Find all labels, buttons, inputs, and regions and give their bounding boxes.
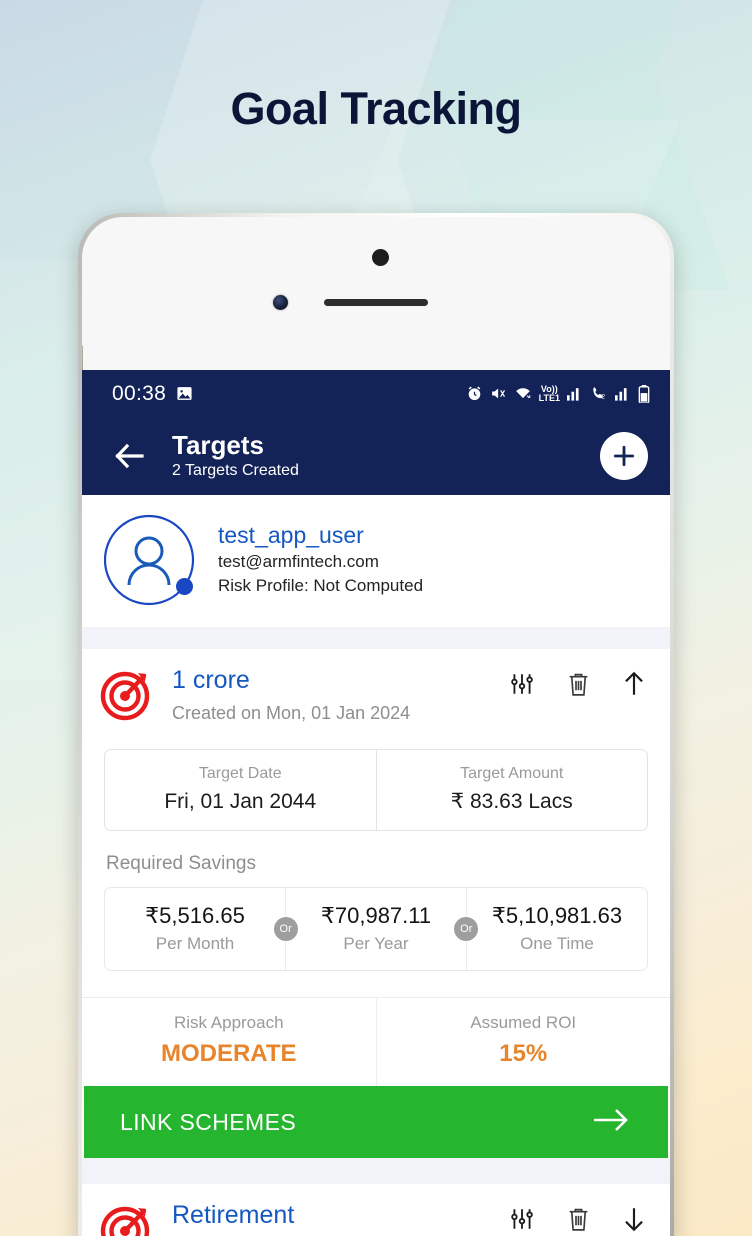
risk-approach-cell: Risk Approach MODERATE <box>82 998 376 1086</box>
goal-title-block: Retirement <box>172 1200 508 1230</box>
back-arrow-icon[interactable] <box>108 434 152 478</box>
target-amount-value: ₹ 83.63 Lacs <box>450 790 573 814</box>
add-target-button[interactable] <box>600 432 648 480</box>
required-savings-title: Required Savings <box>106 853 256 875</box>
target-amount-cell: Target Amount ₹ 83.63 Lacs <box>375 749 648 831</box>
status-bar-clock: 00:38 <box>112 381 167 405</box>
online-status-dot <box>176 578 193 595</box>
savings-per-month-label: Per Month <box>155 934 235 954</box>
status-bar: 00:38 Vo)) LTE1 2 <box>82 370 670 417</box>
signal-2-icon <box>615 386 631 401</box>
app-screen: 00:38 Vo)) LTE1 2 Targets 2 Targets Crea… <box>82 370 670 1236</box>
trash-icon[interactable] <box>564 669 592 699</box>
assumed-roi-cell: Assumed ROI 15% <box>375 998 671 1087</box>
target-date-label: Target Date <box>198 764 282 782</box>
arrow-down-icon[interactable] <box>620 1204 648 1234</box>
volte-lte1-icon: Vo)) LTE1 <box>538 383 560 403</box>
arrow-right-icon <box>592 1107 630 1138</box>
section-divider <box>82 627 670 649</box>
app-bar: Targets 2 Targets Created <box>82 417 670 495</box>
goal-actions <box>508 1204 648 1234</box>
app-bar-titles: Targets 2 Targets Created <box>172 429 600 481</box>
user-risk-profile: Risk Profile: Not Computed <box>218 576 424 596</box>
sensor-dot-icon <box>372 249 389 266</box>
link-schemes-label: LINK SCHEMES <box>120 1108 297 1135</box>
front-camera-icon <box>273 295 288 310</box>
tune-sliders-icon[interactable] <box>508 669 536 699</box>
battery-icon <box>638 384 650 403</box>
goal-actions <box>508 669 648 699</box>
target-amount-label: Target Amount <box>460 764 564 782</box>
savings-one-time-value: ₹5,10,981.63 <box>491 903 623 929</box>
assumed-roi-label: Assumed ROI <box>470 1013 577 1033</box>
trash-icon[interactable] <box>564 1204 592 1234</box>
user-email: test@armfintech.com <box>218 551 379 571</box>
assumed-roi-value: 15% <box>499 1040 548 1068</box>
user-name: test_app_user <box>218 521 364 548</box>
image-icon <box>176 385 193 402</box>
signal-1-icon <box>567 386 583 401</box>
savings-one-time-cell: ₹5,10,981.63 One Time <box>466 888 647 971</box>
user-avatar-icon <box>102 513 196 607</box>
goal-card: 1 crore Created on Mon, 01 Jan 2024 Targ… <box>82 649 671 1159</box>
status-bar-left: 00:38 <box>112 382 193 406</box>
target-date-cell: Target Date Fri, 01 Jan 2044 <box>105 750 376 831</box>
target-date-value: Fri, 01 Jan 2044 <box>164 790 317 814</box>
or-badge: Or <box>454 917 479 942</box>
svg-text:2: 2 <box>601 393 605 400</box>
arrow-up-icon[interactable] <box>620 669 648 699</box>
required-savings-box: ₹5,516.65 Per Month ₹70,987.11 Per Year … <box>104 887 648 972</box>
goal-created-date: Created on Mon, 01 Jan 2024 <box>172 703 411 723</box>
phone-screen-bezel: 00:38 Vo)) LTE1 2 Targets 2 Targets Crea… <box>82 217 670 1236</box>
user-details: test_app_user test@armfintech.com Risk P… <box>218 521 423 599</box>
mute-icon <box>490 385 507 402</box>
risk-roi-row: Risk Approach MODERATE Assumed ROI 15% <box>82 997 671 1087</box>
page-title: Goal Tracking <box>230 83 522 134</box>
savings-per-month-cell: ₹5,516.65 Per Month <box>105 888 285 970</box>
phone-mockup: 00:38 Vo)) LTE1 2 Targets 2 Targets Crea… <box>78 213 674 1236</box>
savings-per-month-value: ₹5,516.65 <box>145 903 245 929</box>
page-heading: Targets <box>172 429 264 460</box>
alarm-icon <box>466 385 483 402</box>
target-bullseye-icon <box>100 1202 154 1236</box>
risk-approach-label: Risk Approach <box>173 1013 284 1033</box>
savings-one-time-label: One Time <box>520 934 594 954</box>
risk-approach-value: MODERATE <box>160 1040 297 1068</box>
goal-name[interactable]: 1 crore <box>172 665 508 695</box>
section-divider <box>82 1158 670 1185</box>
goal-card: Retirement <box>82 1184 670 1236</box>
savings-per-year-label: Per Year <box>343 934 409 954</box>
link-schemes-button[interactable]: LINK SCHEMES <box>84 1086 668 1159</box>
user-profile-section[interactable]: test_app_user test@armfintech.com Risk P… <box>82 495 670 627</box>
or-badge: Or <box>273 917 298 942</box>
goal-title-block: 1 crore Created on Mon, 01 Jan 2024 <box>172 665 508 725</box>
page-subheading: 2 Targets Created <box>172 462 299 480</box>
tune-sliders-icon[interactable] <box>508 1204 536 1234</box>
goal-name[interactable]: Retirement <box>172 1200 508 1230</box>
wifi-icon <box>514 385 532 402</box>
target-summary-box: Target Date Fri, 01 Jan 2044 Target Amou… <box>104 748 648 832</box>
status-bar-right: Vo)) LTE1 2 <box>466 383 650 403</box>
goal-card-header: 1 crore Created on Mon, 01 Jan 2024 <box>82 665 670 725</box>
target-bullseye-icon <box>100 667 154 721</box>
earpiece-speaker <box>324 299 428 306</box>
savings-per-year-cell: ₹70,987.11 Per Year <box>285 888 466 971</box>
call-2-icon: 2 <box>590 385 608 402</box>
savings-per-year-value: ₹70,987.11 <box>320 903 432 929</box>
